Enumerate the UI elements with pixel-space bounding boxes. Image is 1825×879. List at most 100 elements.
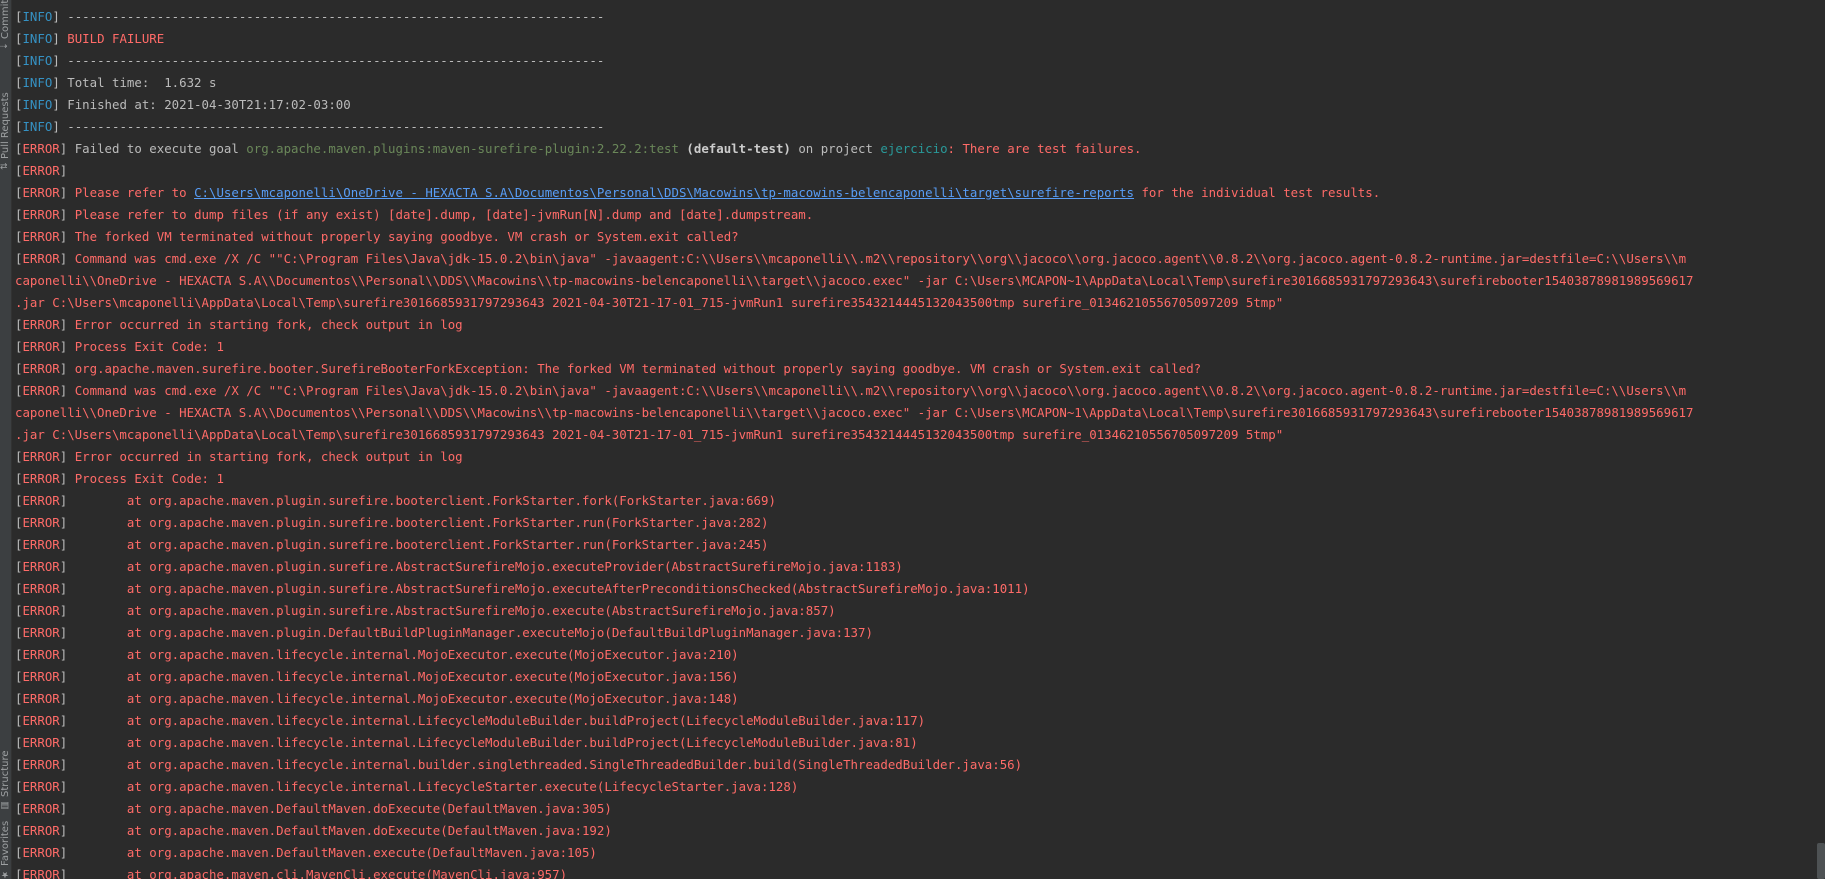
log-level-error: ERROR xyxy=(22,735,60,750)
log-line: [INFO] Finished at: 2021-04-30T21:17:02-… xyxy=(15,97,351,112)
stack-trace-line: [ERROR] at org.apache.maven.plugin.suref… xyxy=(15,603,836,618)
log-line: [INFO] ---------------------------------… xyxy=(15,119,605,134)
maven-run-console-window: ⇣ Commit ⇅ Pull Requests ▤ Structure ★ F… xyxy=(0,0,1825,879)
stack-trace-line: [ERROR] at org.apache.maven.plugin.suref… xyxy=(15,493,776,508)
fail-suffix-text: : There are test failures. xyxy=(947,141,1142,156)
log-line: [ERROR] Process Exit Code: 1 xyxy=(15,339,224,354)
vertical-scrollbar-thumb[interactable] xyxy=(1817,843,1825,879)
log-line: [INFO] BUILD FAILURE xyxy=(15,31,165,46)
log-separator: ----------------------------------------… xyxy=(59,9,605,24)
log-level-error: ERROR xyxy=(22,141,60,156)
sidebar-tab-label: Structure xyxy=(0,750,11,797)
fork-error-text: Error occurred in starting fork, check o… xyxy=(67,449,463,464)
log-line: [INFO] ---------------------------------… xyxy=(15,9,605,24)
stack-frame-text: at org.apache.maven.plugin.surefire.Abst… xyxy=(67,581,1030,596)
stack-trace-line: [ERROR] at org.apache.maven.lifecycle.in… xyxy=(15,735,918,750)
stack-trace-line: [ERROR] at org.apache.maven.lifecycle.in… xyxy=(15,647,739,662)
log-level-error: ERROR xyxy=(22,647,60,662)
stack-frame-text: at org.apache.maven.lifecycle.internal.L… xyxy=(67,779,799,794)
log-line: [ERROR] Failed to execute goal org.apach… xyxy=(15,141,1142,156)
log-level-error: ERROR xyxy=(22,339,60,354)
command-text: Command was cmd.exe /X /C ""C:\Program F… xyxy=(67,251,1687,266)
stack-frame-text: at org.apache.maven.lifecycle.internal.L… xyxy=(67,713,926,728)
log-separator: ----------------------------------------… xyxy=(59,53,605,68)
log-level-info: INFO xyxy=(22,31,53,46)
log-line: [ERROR] org.apache.maven.surefire.booter… xyxy=(15,361,1202,376)
dump-files-text: Please refer to dump files (if any exist… xyxy=(67,207,814,222)
command-text-continued: .jar C:\Users\mcaponelli\AppData\Local\T… xyxy=(15,427,1284,442)
log-level-error: ERROR xyxy=(22,493,60,508)
surefire-reports-link[interactable]: C:\Users\mcaponelli\OneDrive - HEXACTA S… xyxy=(194,185,1134,200)
log-level-info: INFO xyxy=(22,119,53,134)
log-level-error: ERROR xyxy=(22,823,60,838)
log-line: [INFO] Total time: 1.632 s xyxy=(15,75,217,90)
stack-frame-text: at org.apache.maven.DefaultMaven.doExecu… xyxy=(67,801,612,816)
structure-icon: ▤ xyxy=(0,800,10,810)
log-level-error: ERROR xyxy=(22,801,60,816)
log-level-error: ERROR xyxy=(22,559,60,574)
log-level-error: ERROR xyxy=(22,515,60,530)
stack-frame-text: at org.apache.maven.DefaultMaven.doExecu… xyxy=(67,823,612,838)
log-level-error: ERROR xyxy=(22,625,60,640)
log-line-wrapped: caponelli\\OneDrive - HEXACTA S.A\\Docum… xyxy=(15,402,1817,424)
stack-trace-line: [ERROR] at org.apache.maven.plugin.suref… xyxy=(15,581,1030,596)
log-line-wrapped: .jar C:\Users\mcaponelli\AppData\Local\T… xyxy=(15,292,1817,314)
total-time-text: Total time: 1.632 s xyxy=(59,75,217,90)
stack-frame-text: at org.apache.maven.lifecycle.internal.M… xyxy=(67,647,739,662)
log-line: [ERROR] Please refer to dump files (if a… xyxy=(15,207,814,222)
stack-trace-line: [ERROR] at org.apache.maven.plugin.suref… xyxy=(15,515,769,530)
log-level-error: ERROR xyxy=(22,581,60,596)
sidebar-tab-favorites[interactable]: ★ Favorites xyxy=(0,821,11,879)
stack-trace-line: [ERROR] at org.apache.maven.DefaultMaven… xyxy=(15,801,612,816)
log-level-error: ERROR xyxy=(22,757,60,772)
left-tool-window-bar: ⇣ Commit ⇅ Pull Requests ▤ Structure ★ F… xyxy=(0,0,12,879)
pull-request-icon: ⇅ xyxy=(0,162,10,170)
fail-prefix-text: Failed to execute goal xyxy=(67,141,247,156)
log-level-error: ERROR xyxy=(22,603,60,618)
sidebar-tab-label: Favorites xyxy=(0,820,11,866)
refer-suffix-text: for the individual test results. xyxy=(1134,185,1381,200)
stack-trace-line: [ERROR] at org.apache.maven.lifecycle.in… xyxy=(15,669,739,684)
sidebar-tab-structure[interactable]: ▤ Structure xyxy=(0,742,11,810)
log-level-error: ERROR xyxy=(22,779,60,794)
log-level-error: ERROR xyxy=(22,251,60,266)
log-level-info: INFO xyxy=(22,97,53,112)
log-level-error: ERROR xyxy=(22,317,60,332)
stack-trace-line: [ERROR] at org.apache.maven.lifecycle.in… xyxy=(15,757,1023,772)
log-level-error: ERROR xyxy=(22,471,60,486)
stack-trace-line: [ERROR] at org.apache.maven.cli.MavenCli… xyxy=(15,864,1817,879)
stack-trace-line: [ERROR] at org.apache.maven.plugin.suref… xyxy=(15,559,903,574)
stack-frame-text: at org.apache.maven.DefaultMaven.execute… xyxy=(67,845,597,860)
log-line: [ERROR] Error occurred in starting fork,… xyxy=(15,449,463,464)
stack-frame-text: at org.apache.maven.plugin.surefire.boot… xyxy=(67,515,769,530)
stack-frame-text: at org.apache.maven.lifecycle.internal.L… xyxy=(67,735,918,750)
log-level-info: INFO xyxy=(22,75,53,90)
stack-trace-line: [ERROR] at org.apache.maven.DefaultMaven… xyxy=(15,845,597,860)
stack-frame-text: at org.apache.maven.plugin.surefire.boot… xyxy=(67,493,776,508)
log-line: [ERROR] Process Exit Code: 1 xyxy=(15,471,224,486)
log-level-error: ERROR xyxy=(22,449,60,464)
log-level-error: ERROR xyxy=(22,691,60,706)
project-name-text: ejercicio xyxy=(880,141,948,156)
sidebar-tab-commit[interactable]: ⇣ Commit xyxy=(0,0,11,50)
sidebar-tab-label: Commit xyxy=(0,0,11,40)
log-level-error: ERROR xyxy=(22,867,60,879)
log-level-error: ERROR xyxy=(22,185,60,200)
stack-frame-text: at org.apache.maven.cli.MavenCli.execute… xyxy=(67,867,568,879)
log-level-error: ERROR xyxy=(22,845,60,860)
stack-frame-text: at org.apache.maven.lifecycle.internal.b… xyxy=(67,757,1023,772)
log-line: [ERROR] Error occurred in starting fork,… xyxy=(15,317,463,332)
refer-prefix-text: Please refer to xyxy=(67,185,195,200)
stack-frame-text: at org.apache.maven.lifecycle.internal.M… xyxy=(67,691,739,706)
log-level-info: INFO xyxy=(22,53,53,68)
log-level-error: ERROR xyxy=(22,713,60,728)
commit-icon: ⇣ xyxy=(0,42,10,50)
sidebar-tab-pull-requests[interactable]: ⇅ Pull Requests xyxy=(0,84,11,170)
log-line: [ERROR] The forked VM terminated without… xyxy=(15,229,739,244)
sidebar-tab-label: Pull Requests xyxy=(0,92,11,160)
command-text-continued: caponelli\\OneDrive - HEXACTA S.A\\Docum… xyxy=(15,273,1694,288)
log-level-error: ERROR xyxy=(22,537,60,552)
finished-at-text: Finished at: 2021-04-30T21:17:02-03:00 xyxy=(59,97,351,112)
console-output[interactable]: [INFO] ---------------------------------… xyxy=(15,6,1817,879)
log-level-error: ERROR xyxy=(22,207,60,222)
